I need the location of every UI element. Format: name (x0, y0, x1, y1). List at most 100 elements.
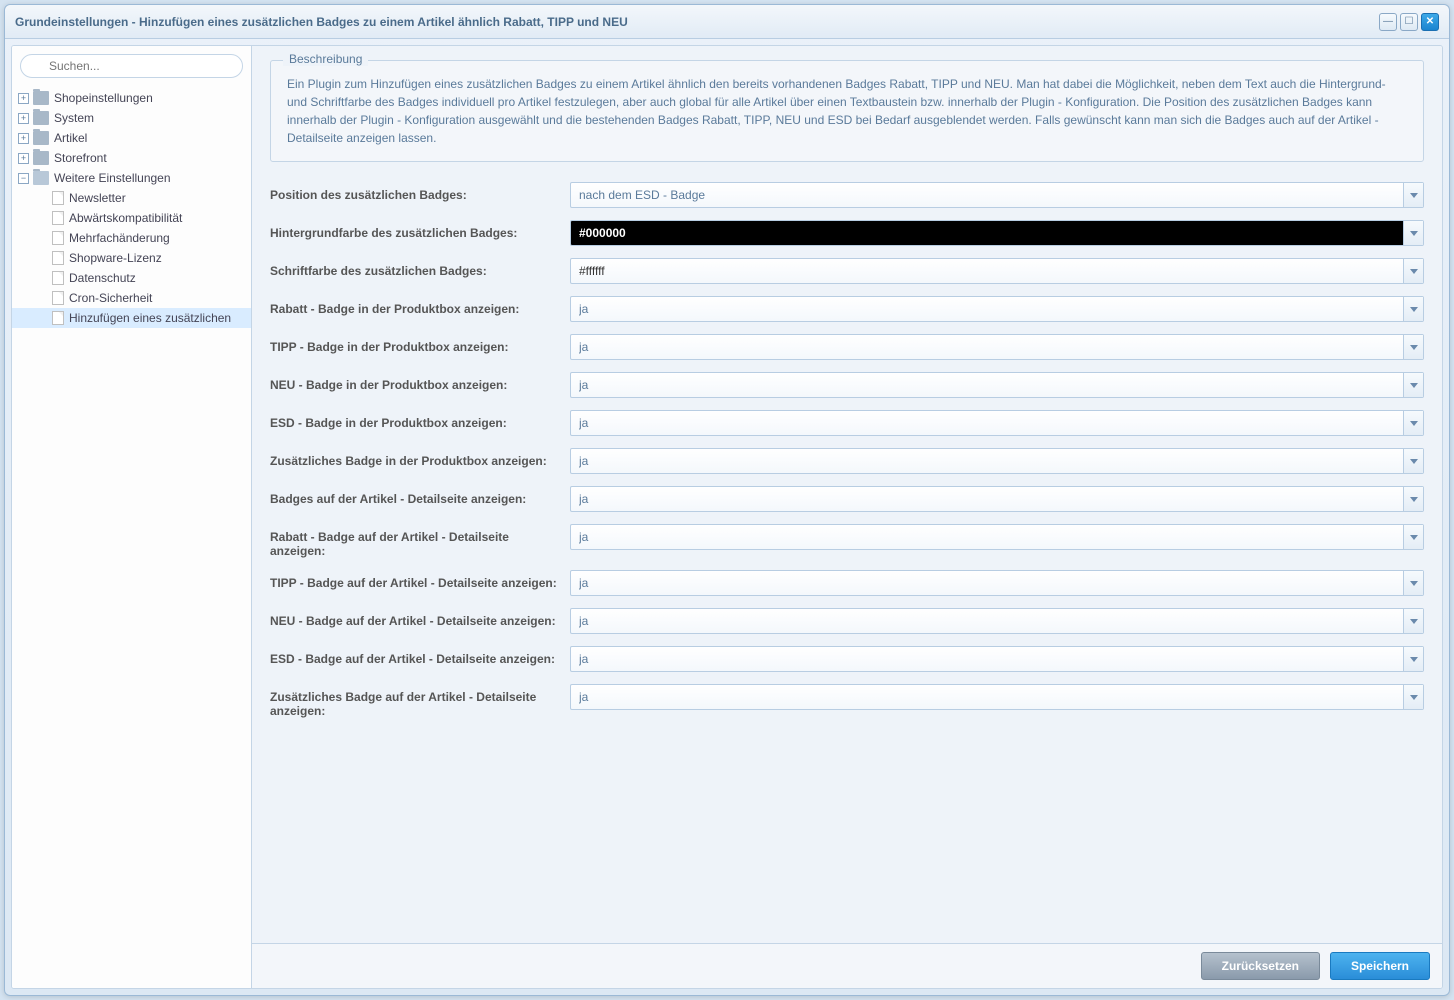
window-body: 🔍 + Shopeinstellungen + System + (11, 45, 1443, 989)
file-icon (52, 291, 64, 305)
combobox[interactable] (570, 646, 1424, 672)
sidebar-item-artikel[interactable]: + Artikel (12, 128, 251, 148)
combo-input[interactable] (571, 571, 1403, 595)
save-button[interactable]: Speichern (1330, 952, 1430, 980)
form-scroll[interactable]: Beschreibung Ein Plugin zum Hinzufügen e… (252, 46, 1442, 943)
form-row: Rabatt - Badge auf der Artikel - Details… (270, 524, 1424, 558)
maximize-button[interactable]: ☐ (1400, 13, 1418, 31)
chevron-down-icon[interactable] (1403, 411, 1423, 435)
expand-icon[interactable]: + (18, 153, 29, 164)
sidebar-label: Artikel (54, 131, 87, 145)
folder-icon (33, 151, 49, 165)
field-label: Zusätzliches Badge auf der Artikel - Det… (270, 684, 570, 718)
combobox[interactable] (570, 570, 1424, 596)
combobox[interactable] (570, 608, 1424, 634)
sidebar-item-newsletter[interactable]: Newsletter (12, 188, 251, 208)
combo-input[interactable] (571, 647, 1403, 671)
file-icon (52, 231, 64, 245)
combo-input[interactable] (571, 221, 1403, 245)
sidebar-label: Datenschutz (69, 271, 136, 285)
combo-input[interactable] (571, 297, 1403, 321)
sidebar-item-cron[interactable]: Cron-Sicherheit (12, 288, 251, 308)
combo-input[interactable] (571, 411, 1403, 435)
combo-input[interactable] (571, 449, 1403, 473)
combobox[interactable] (570, 372, 1424, 398)
combo-input[interactable] (571, 609, 1403, 633)
combo-input[interactable] (571, 373, 1403, 397)
chevron-down-icon[interactable] (1403, 609, 1423, 633)
chevron-down-icon[interactable] (1403, 571, 1423, 595)
sidebar-item-datenschutz[interactable]: Datenschutz (12, 268, 251, 288)
chevron-down-icon[interactable] (1403, 647, 1423, 671)
combobox[interactable] (570, 410, 1424, 436)
chevron-down-icon[interactable] (1403, 183, 1423, 207)
form-row: TIPP - Badge auf der Artikel - Detailsei… (270, 570, 1424, 596)
combo-input[interactable] (571, 335, 1403, 359)
combobox[interactable] (570, 448, 1424, 474)
sidebar-label: Shopeinstellungen (54, 91, 153, 105)
combobox[interactable] (570, 524, 1424, 550)
expand-icon[interactable]: + (18, 113, 29, 124)
combo-input[interactable] (571, 259, 1403, 283)
sidebar-label: Abwärtskompatibilität (69, 211, 182, 225)
reset-button[interactable]: Zurücksetzen (1201, 952, 1320, 980)
combobox[interactable] (570, 220, 1424, 246)
chevron-down-icon[interactable] (1403, 221, 1423, 245)
combobox[interactable] (570, 296, 1424, 322)
field-label: Rabatt - Badge in der Produktbox anzeige… (270, 296, 570, 316)
sidebar-item-mehrfach[interactable]: Mehrfachänderung (12, 228, 251, 248)
window-title: Grundeinstellungen - Hinzufügen eines zu… (15, 15, 1379, 29)
expand-icon[interactable]: + (18, 133, 29, 144)
chevron-down-icon[interactable] (1403, 449, 1423, 473)
collapse-icon[interactable]: − (18, 173, 29, 184)
sidebar-item-system[interactable]: + System (12, 108, 251, 128)
file-icon (52, 211, 64, 225)
minimize-button[interactable]: — (1379, 13, 1397, 31)
combobox[interactable] (570, 684, 1424, 710)
folder-icon (33, 131, 49, 145)
form-row: NEU - Badge auf der Artikel - Detailseit… (270, 608, 1424, 634)
form-row: Rabatt - Badge in der Produktbox anzeige… (270, 296, 1424, 322)
combo-input[interactable] (571, 183, 1403, 207)
sidebar-item-weitere[interactable]: − Weitere Einstellungen (12, 168, 251, 188)
field-label: TIPP - Badge auf der Artikel - Detailsei… (270, 570, 570, 590)
combo-input[interactable] (571, 525, 1403, 549)
chevron-down-icon[interactable] (1403, 259, 1423, 283)
folder-icon (33, 111, 49, 125)
chevron-down-icon[interactable] (1403, 373, 1423, 397)
field-wrap (570, 334, 1424, 360)
field-wrap (570, 570, 1424, 596)
combo-input[interactable] (571, 685, 1403, 709)
form-row: NEU - Badge in der Produktbox anzeigen: (270, 372, 1424, 398)
form-row: ESD - Badge auf der Artikel - Detailseit… (270, 646, 1424, 672)
field-label: ESD - Badge auf der Artikel - Detailseit… (270, 646, 570, 666)
chevron-down-icon[interactable] (1403, 685, 1423, 709)
sidebar-label: Weitere Einstellungen (54, 171, 171, 185)
combobox[interactable] (570, 334, 1424, 360)
close-button[interactable]: ✕ (1421, 13, 1439, 31)
chevron-down-icon[interactable] (1403, 335, 1423, 359)
sidebar-label: System (54, 111, 94, 125)
file-icon (52, 251, 64, 265)
settings-window: Grundeinstellungen - Hinzufügen eines zu… (4, 4, 1450, 996)
combo-input[interactable] (571, 487, 1403, 511)
sidebar-item-abwaerts[interactable]: Abwärtskompatibilität (12, 208, 251, 228)
search-input[interactable] (20, 54, 243, 78)
chevron-down-icon[interactable] (1403, 525, 1423, 549)
sidebar-item-lizenz[interactable]: Shopware-Lizenz (12, 248, 251, 268)
field-label: Zusätzliches Badge in der Produktbox anz… (270, 448, 570, 468)
combobox[interactable] (570, 258, 1424, 284)
combobox[interactable] (570, 182, 1424, 208)
sidebar-item-shopeinstellungen[interactable]: + Shopeinstellungen (12, 88, 251, 108)
form-row: Zusätzliches Badge in der Produktbox anz… (270, 448, 1424, 474)
combobox[interactable] (570, 486, 1424, 512)
chevron-down-icon[interactable] (1403, 487, 1423, 511)
sidebar-item-storefront[interactable]: + Storefront (12, 148, 251, 168)
expand-icon[interactable]: + (18, 93, 29, 104)
form-row: Schriftfarbe des zusätzlichen Badges: (270, 258, 1424, 284)
field-label: Badges auf der Artikel - Detailseite anz… (270, 486, 570, 506)
chevron-down-icon[interactable] (1403, 297, 1423, 321)
field-wrap (570, 220, 1424, 246)
file-icon (52, 311, 64, 325)
sidebar-item-badge[interactable]: Hinzufügen eines zusätzlichen (12, 308, 251, 328)
